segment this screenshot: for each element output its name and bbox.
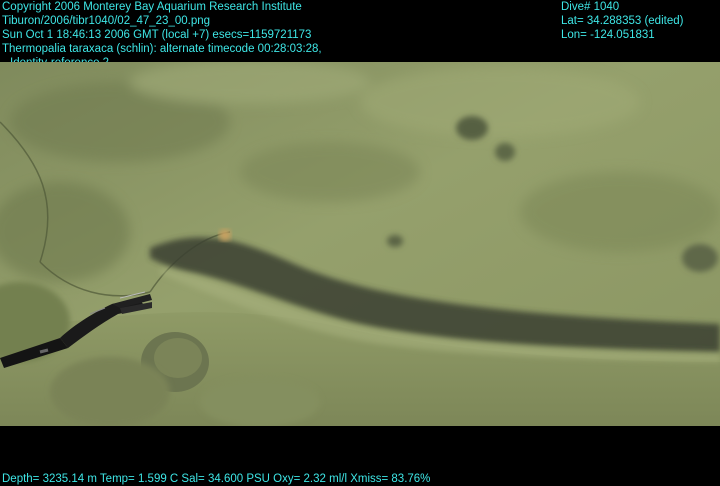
seafloor-scene [0, 62, 720, 426]
datetime-text: Sun Oct 1 18:46:13 2006 GMT (local +7) e… [2, 29, 312, 41]
dive-number-text: Dive# 1040 [561, 1, 620, 13]
telemetry-overlay: Depth= 3235.14 m Temp= 1.599 C Sal= 34.6… [2, 472, 430, 486]
video-frame [0, 62, 720, 426]
telemetry-text: Depth= 3235.14 m Temp= 1.599 C Sal= 34.6… [2, 473, 431, 485]
metadata-overlay-left: Copyright 2006 Monterey Bay Aquarium Res… [2, 0, 322, 70]
longitude-text: Lon= -124.051831 [561, 29, 655, 41]
copyright-text: Copyright 2006 Monterey Bay Aquarium Res… [2, 1, 302, 13]
annotation-text: Thermopalia taraxaca (schlin): alternate… [2, 43, 322, 55]
file-path-text: Tiburon/2006/tibr1040/02_47_23_00.png [2, 15, 211, 27]
latitude-text: Lat= 34.288353 (edited) [561, 15, 684, 27]
metadata-overlay-right: Dive# 1040 Lat= 34.288353 (edited) Lon= … [561, 0, 683, 42]
small-organism [219, 229, 231, 241]
